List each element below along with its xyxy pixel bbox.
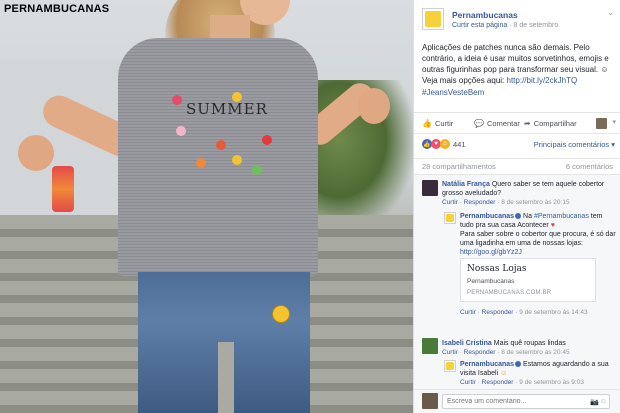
patch-emoji	[232, 92, 242, 102]
caret-down-icon[interactable]: ▾	[612, 118, 616, 126]
patch-glasses	[216, 140, 226, 150]
gray-tshirt	[118, 38, 318, 276]
comment-author[interactable]: Isabeli Cristina	[442, 340, 492, 347]
page-name-link[interactable]: Pernambucanas	[452, 10, 518, 20]
heart-emoji-icon: ♥	[550, 222, 555, 229]
preview-title: Nossas Lojas	[467, 264, 527, 274]
like-button[interactable]: 👍 Curtir	[422, 119, 453, 128]
action-bar: 👍 Curtir 💬 Comentar ➦ Compartilhar ▾	[414, 112, 620, 134]
blue-jeans	[138, 272, 310, 413]
like-label: Curtir	[434, 119, 454, 128]
wow-reaction-icon[interactable]: ☺	[440, 139, 450, 149]
comment: Isabeli Cristina Mais quê roupas lindas …	[442, 339, 614, 357]
smiley-emoji-icon: ☺	[600, 65, 609, 74]
reply-text-2: Para saber sobre o cobertor que procura,…	[460, 231, 616, 247]
comment-author[interactable]: Natália França	[442, 181, 490, 188]
post-header: Pernambucanas Curtir esta página · 8 de …	[422, 8, 614, 36]
post-meta: Curtir esta página · 8 de setembro	[452, 22, 559, 29]
shares-count[interactable]: 28 compartilhamentos	[422, 162, 496, 171]
reply-mention-prefix: Na	[523, 213, 534, 220]
model-right-hand	[358, 88, 390, 124]
comment-icon: 💬	[474, 119, 484, 128]
reply-author[interactable]: Pernambucanas	[460, 213, 514, 220]
link-preview-card[interactable]: Nossas Lojas Pernambucanas PERNAMBUCANAS…	[460, 258, 596, 302]
comment-sort-dropdown[interactable]: Principais comentários ▾	[534, 140, 615, 149]
post-link[interactable]: http://bit.ly/2ckJhTQ	[507, 76, 578, 85]
comment-time[interactable]: 8 de setembro às 20:45	[501, 349, 569, 356]
brand-logo: PERNAMBUCANAS	[4, 3, 110, 15]
comment-like-link[interactable]: Curtir	[460, 309, 476, 316]
page-reply-avatar[interactable]	[444, 360, 456, 372]
thumbs-up-icon: 👍	[422, 119, 432, 128]
share-button[interactable]: ➦ Compartilhar	[524, 119, 577, 128]
comment-like-link[interactable]: Curtir	[442, 349, 458, 356]
bracelet	[52, 166, 74, 212]
acting-as-avatar[interactable]	[596, 118, 607, 129]
comments-count[interactable]: 6 comentários	[566, 162, 613, 171]
verified-badge-icon	[515, 361, 522, 368]
emoji-icon[interactable]: ☺	[600, 398, 607, 405]
comment-time[interactable]: 9 de setembro às 14:43	[519, 309, 587, 316]
comment-like-link[interactable]: Curtir	[442, 199, 458, 206]
camera-icon[interactable]: 📷	[590, 398, 599, 406]
comment-time[interactable]: 9 de setembro às 9:03	[519, 379, 584, 386]
chevron-down-icon[interactable]: ⌄	[607, 8, 614, 17]
share-icon: ➦	[524, 119, 531, 128]
post-side-panel: Pernambucanas Curtir esta página · 8 de …	[413, 0, 620, 413]
patch-star	[232, 155, 242, 165]
jeans-emoji-patch	[272, 305, 290, 323]
comment-label: Comentar	[486, 119, 520, 128]
comment-actions: Curtir · Responder · 8 de setembro às 20…	[442, 199, 570, 206]
comment-input[interactable]	[442, 394, 610, 409]
post-date[interactable]: 8 de setembro	[514, 22, 559, 29]
comment-text: Mais quê roupas lindas	[493, 340, 566, 347]
like-page-link[interactable]: Curtir esta página	[452, 22, 507, 29]
comment-reply: Pernambucanas Na #Pernambucanas tem tudo…	[460, 212, 616, 257]
share-label: Compartilhar	[533, 119, 577, 128]
post-photo[interactable]: SUMMER PERNAMBUCANAS	[0, 0, 413, 413]
patch-lips	[172, 95, 182, 105]
reaction-count[interactable]: 441	[453, 140, 466, 149]
comment-reply-link[interactable]: Responder	[464, 199, 496, 206]
preview-subtitle: Pernambucanas	[467, 278, 515, 285]
avatar[interactable]	[422, 338, 438, 354]
model-left-hand	[18, 135, 54, 171]
comment-actions: Curtir · Responder · 9 de setembro às 14…	[460, 309, 588, 316]
comment: Natália França Quero saber se tem aquele…	[442, 180, 614, 207]
page-avatar[interactable]	[422, 8, 444, 30]
reply-author[interactable]: Pernambucanas	[460, 361, 514, 368]
comment-like-link[interactable]: Curtir	[460, 379, 476, 386]
comment-reply-link[interactable]: Responder	[482, 379, 514, 386]
comment-composer: 📷 ☺	[414, 389, 620, 413]
patch-pickle	[252, 165, 262, 175]
comment-time[interactable]: 8 de setembro às 20:15	[501, 199, 569, 206]
comment-reply-link[interactable]: Responder	[482, 309, 514, 316]
verified-badge-icon	[515, 213, 522, 220]
post-body: Aplicações de patches nunca são demais. …	[422, 43, 609, 74]
comment-reply: Pernambucanas Estamos aguardando a sua v…	[460, 360, 616, 387]
patch-carrot	[196, 158, 206, 168]
avatar[interactable]	[422, 180, 438, 196]
avatar	[422, 393, 438, 409]
comment-actions: Curtir · Responder · 9 de setembro às 9:…	[460, 379, 584, 386]
page-reply-avatar[interactable]	[444, 212, 456, 224]
counts-bar: 28 compartilhamentos 6 comentários	[414, 158, 620, 172]
comment-actions: Curtir · Responder · 8 de setembro às 20…	[442, 349, 570, 356]
post-body-tail: Veja mais opções aqui:	[422, 76, 507, 85]
smiley-emoji-icon: ☺	[500, 370, 508, 377]
hashtag-link[interactable]: #JeansVesteBem	[422, 88, 484, 97]
jeans-leg-gap	[218, 342, 234, 413]
comment-reply-link[interactable]: Responder	[464, 349, 496, 356]
patch-heart	[262, 135, 272, 145]
shirt-print-text: SUMMER	[186, 100, 268, 118]
post-text: Aplicações de patches nunca são demais. …	[422, 42, 614, 86]
reply-link[interactable]: http://goo.gl/gbYz2J	[460, 249, 522, 256]
reactions-bar: 👍 ♥ ☺ 441 Principais comentários ▾	[414, 136, 620, 154]
patch-icecream	[176, 126, 186, 136]
reply-hashtag-link[interactable]: #Pernambucanas	[534, 213, 589, 220]
comment-button[interactable]: 💬 Comentar	[474, 119, 520, 128]
preview-url: PERNAMBUCANAS.COM.BR	[467, 290, 552, 296]
